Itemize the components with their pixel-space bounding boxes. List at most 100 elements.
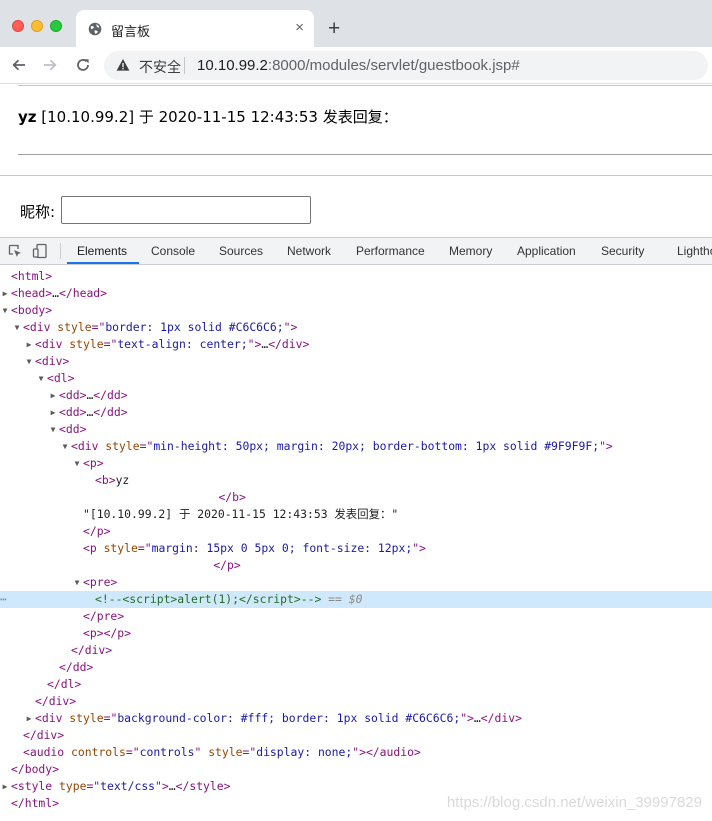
dom-node-row-selected[interactable]: ⋯ <!--<script>alert(1);</script>--> == $0: [0, 591, 712, 608]
dom-node-row[interactable]: </body>: [0, 761, 712, 778]
collapse-triangle-icon[interactable]: ▶: [47, 404, 59, 421]
dom-node-content: ▶ <dd>…</dd>: [47, 387, 128, 404]
dom-node-markup: </body>: [11, 762, 60, 776]
dom-node-row[interactable]: ▼ <div style="min-height: 50px; margin: 2…: [0, 438, 712, 455]
dom-node-row[interactable]: ▶ <dd>…</dd>: [0, 404, 712, 421]
dom-node-row[interactable]: ▶ <div style="text-align: center;">…</div…: [0, 336, 712, 353]
dom-node-content: </p>: [71, 523, 110, 540]
inspect-element-icon[interactable]: [7, 243, 23, 259]
dom-node-row[interactable]: <p></p>: [0, 625, 712, 642]
maximize-window-button[interactable]: [50, 20, 62, 32]
collapse-triangle-icon[interactable]: ▶: [0, 778, 11, 795]
not-secure-label[interactable]: 不安全: [139, 57, 181, 77]
reply-info: [10.10.99.2] 于 2020-11-15 12:43:53 发表回复：: [36, 108, 398, 126]
dom-node-markup: <div>: [35, 354, 70, 368]
dom-node-content: </p>: [71, 557, 240, 574]
address-bar[interactable]: 不安全 10.10.99.2:8000/modules/servlet/gues…: [104, 51, 708, 80]
collapse-triangle-icon[interactable]: ▶: [0, 285, 11, 302]
new-tab-button[interactable]: +: [328, 17, 340, 41]
minimize-window-button[interactable]: [31, 20, 43, 32]
dom-tree: <html> ▶ <head>…</head> ▼ <body> ▼ <div style=…: [0, 266, 712, 821]
dom-node-content: ▼ <div>: [23, 353, 70, 370]
expand-triangle-icon[interactable]: ▼: [35, 370, 47, 387]
dom-node-row[interactable]: ▼ <dl>: [0, 370, 712, 387]
dom-node-row[interactable]: ▶ <head>…</head>: [0, 285, 712, 302]
dom-node-markup: </p>: [83, 524, 111, 538]
dom-node-row[interactable]: </div>: [0, 642, 712, 659]
dom-node-row[interactable]: ▶ <div style="background-color: #fff; bor…: [0, 710, 712, 727]
tab-sources[interactable]: Sources: [219, 244, 263, 258]
dom-node-row[interactable]: </dl>: [0, 676, 712, 693]
nickname-input[interactable]: [61, 196, 311, 224]
dom-node-row[interactable]: <html>: [0, 268, 712, 285]
dom-node-row[interactable]: ▼ <pre>: [0, 574, 712, 591]
dom-node-row[interactable]: <b>yz: [0, 472, 712, 489]
dom-node-markup: <div style="border: 1px solid #C6C6C6;">: [23, 320, 298, 334]
url-text[interactable]: 10.10.99.2:8000/modules/servlet/guestboo…: [197, 57, 520, 74]
tab-performance[interactable]: Performance: [356, 244, 425, 258]
dom-node-row[interactable]: </b>: [0, 489, 712, 506]
dom-node-row[interactable]: ▼ <p>: [0, 455, 712, 472]
dom-node-content: </dd>: [47, 659, 93, 676]
dom-node-content: <html>: [0, 268, 52, 285]
tab-application[interactable]: Application: [517, 244, 576, 258]
dom-node-content: ▼ <div style="border: 1px solid #C6C6C6;"…: [11, 319, 298, 336]
expand-triangle-icon[interactable]: ▼: [47, 421, 59, 438]
dom-node-markup: </dl>: [47, 677, 82, 691]
dom-node-content: ▼ <dd>: [47, 421, 87, 438]
expand-triangle-icon[interactable]: ▼: [71, 455, 83, 472]
dom-node-row[interactable]: ▶ <style type="text/css">…</style>: [0, 778, 712, 795]
reload-icon[interactable]: [72, 54, 94, 76]
dom-node-row[interactable]: <audio controls="controls" style="displa…: [0, 744, 712, 761]
tab-lighthouse[interactable]: Lighthouse: [677, 244, 712, 258]
close-window-button[interactable]: [12, 20, 24, 32]
browser-tab[interactable]: 留言板 ×: [76, 10, 314, 47]
expand-triangle-icon[interactable]: ▼: [0, 302, 11, 319]
tab-security[interactable]: Security: [601, 244, 644, 258]
dom-node-markup: </b>: [218, 490, 246, 504]
dom-node-markup: <div style="min-height: 50px; margin: 20…: [71, 439, 613, 453]
url-path: :8000/modules/servlet/guestbook.jsp#: [267, 57, 520, 74]
browser-toolbar: 不安全 10.10.99.2:8000/modules/servlet/gues…: [0, 47, 712, 84]
expand-triangle-icon[interactable]: ▼: [11, 319, 23, 336]
dom-node-row[interactable]: </p>: [0, 523, 712, 540]
dom-node-row[interactable]: ▼ <body>: [0, 302, 712, 319]
tab-elements[interactable]: Elements: [77, 244, 127, 258]
more-options-icon[interactable]: ⋯: [0, 591, 7, 608]
device-toolbar-icon[interactable]: [32, 243, 48, 259]
dom-node-markup: <div style="text-align: center;">…</div>: [35, 337, 310, 351]
collapse-triangle-icon[interactable]: ▶: [47, 387, 59, 404]
dom-node-markup: </div>: [35, 694, 77, 708]
back-arrow-icon[interactable]: [8, 54, 30, 76]
expand-triangle-icon[interactable]: ▼: [71, 574, 83, 591]
nickname-label: 昵称:: [20, 203, 56, 221]
collapse-triangle-icon[interactable]: ▶: [23, 710, 35, 727]
dom-node-content: ▶ <div style="text-align: center;">…</div…: [23, 336, 310, 353]
dom-node-row[interactable]: </div>: [0, 693, 712, 710]
dom-node-content: </b>: [83, 489, 246, 506]
dom-node-row[interactable]: <p style="margin: 15px 0 5px 0; font-siz…: [0, 540, 712, 557]
dom-node-row[interactable]: ▼ <div>: [0, 353, 712, 370]
dom-node-row[interactable]: ▼ <dd>: [0, 421, 712, 438]
dom-node-row[interactable]: "[10.10.99.2] 于 2020-11-15 12:43:53 发表回复…: [0, 506, 712, 523]
dom-node-row[interactable]: ▼ <div style="border: 1px solid #C6C6C6;"…: [0, 319, 712, 336]
dom-node-row[interactable]: </p>: [0, 557, 712, 574]
tab-network[interactable]: Network: [287, 244, 331, 258]
dom-node-row[interactable]: </dd>: [0, 659, 712, 676]
dom-node-row[interactable]: ▶ <dd>…</dd>: [0, 387, 712, 404]
dom-node-markup: </html>: [11, 796, 60, 810]
warning-triangle-icon[interactable]: [116, 58, 130, 72]
devtools-tab-bar: Elements Console Sources Network Perform…: [0, 238, 712, 265]
dom-node-markup: <html>: [11, 269, 53, 283]
dom-node-row[interactable]: </div>: [0, 727, 712, 744]
dom-node-row[interactable]: </pre>: [0, 608, 712, 625]
expand-triangle-icon[interactable]: ▼: [23, 353, 35, 370]
tab-title: 留言板: [111, 25, 151, 40]
tab-memory[interactable]: Memory: [449, 244, 492, 258]
dom-node-content: <p></p>: [71, 625, 131, 642]
expand-triangle-icon[interactable]: ▼: [59, 438, 71, 455]
tab-close-icon[interactable]: ×: [295, 18, 304, 38]
forward-arrow-icon[interactable]: [39, 54, 61, 76]
tab-console[interactable]: Console: [151, 244, 195, 258]
collapse-triangle-icon[interactable]: ▶: [23, 336, 35, 353]
